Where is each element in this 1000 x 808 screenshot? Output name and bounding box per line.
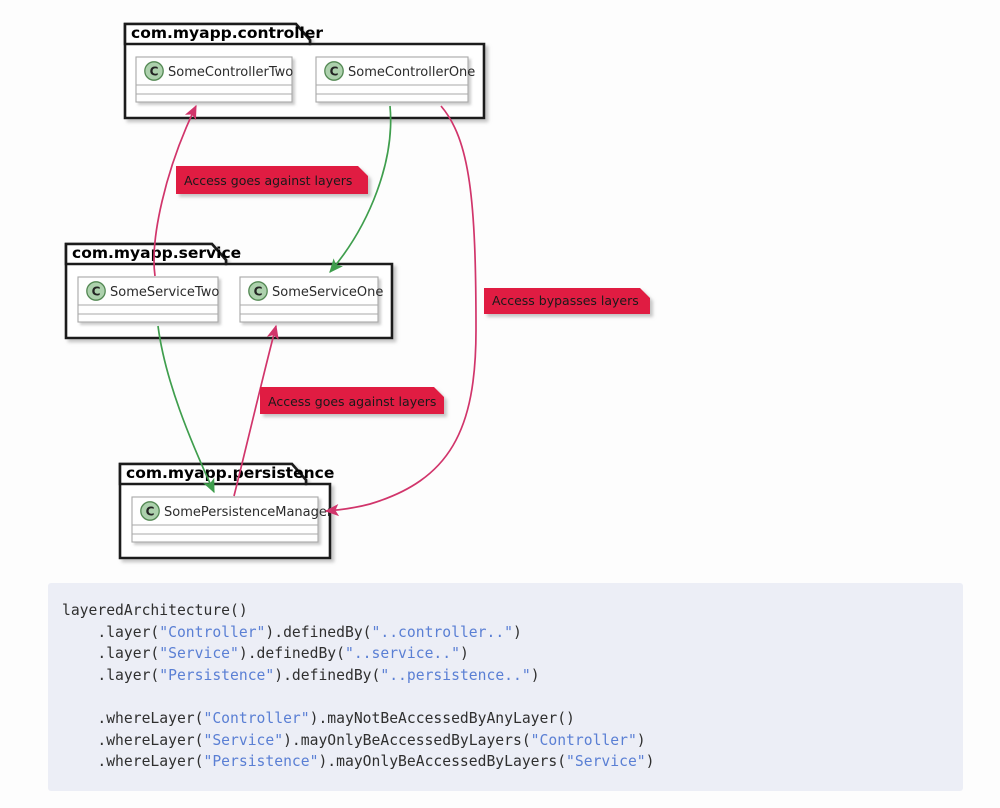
code-string-literal: "Controller": [530, 731, 637, 749]
package-label: com.myapp.service: [72, 244, 241, 262]
class-stereotype-letter: C: [92, 285, 101, 299]
code-string-literal: "Controller": [203, 709, 310, 727]
package-com-myapp-controller[interactable]: com.myapp.controller C SomeControllerTwo…: [123, 22, 486, 120]
note-label: Access goes against layers: [184, 173, 352, 188]
note-access-bypasses-layers[interactable]: Access bypasses layers: [484, 288, 650, 314]
code-text: .layer(: [62, 623, 160, 641]
code-string-literal: "Service": [566, 753, 646, 771]
class-label: SomeControllerTwo: [168, 65, 293, 80]
code-string-literal: "Service": [203, 731, 284, 749]
class-stereotype-letter: C: [150, 65, 159, 79]
note-access-goes-against-layers-1[interactable]: Access goes against layers: [176, 166, 368, 194]
code-text: ): [645, 753, 655, 771]
code-string-literal: "Controller": [159, 623, 266, 641]
class-label: SomePersistenceManager: [164, 505, 333, 520]
class-label: SomeControllerOne: [348, 65, 475, 80]
package-com-myapp-service[interactable]: com.myapp.service C SomeServiceTwo C Som…: [64, 242, 394, 340]
uml-diagram: com.myapp.controller C SomeControllerTwo…: [64, 22, 650, 560]
code-text: ): [636, 731, 646, 749]
code-string-literal: "..persistence..": [380, 666, 531, 684]
package-label: com.myapp.persistence: [126, 464, 334, 482]
package-label: com.myapp.controller: [131, 24, 323, 42]
code-text: ).definedBy(: [238, 645, 345, 663]
class-node-some-controller-one[interactable]: C SomeControllerOne: [315, 56, 475, 103]
class-node-some-persistence-manager[interactable]: C SomePersistenceManager: [131, 496, 333, 543]
code-text: ).mayNotBeAccessedByAnyLayer(): [309, 709, 575, 727]
code-text: .whereLayer(: [62, 731, 204, 749]
class-node-some-service-two[interactable]: C SomeServiceTwo: [77, 276, 219, 323]
code-text: ).mayOnlyBeAccessedByLayers(: [283, 731, 531, 749]
code-text: .layer(: [62, 645, 160, 663]
class-label: SomeServiceOne: [272, 285, 383, 300]
class-node-some-controller-two[interactable]: C SomeControllerTwo: [135, 56, 293, 103]
class-label: SomeServiceTwo: [110, 285, 219, 300]
code-content: layeredArchitecture() .layer("Controller…: [62, 600, 963, 773]
code-string-literal: "..controller..": [371, 623, 514, 641]
code-string-literal: "..service..": [345, 645, 460, 663]
note-access-goes-against-layers-2[interactable]: Access goes against layers: [260, 387, 444, 414]
code-text: ).mayOnlyBeAccessedByLayers(: [318, 753, 567, 771]
class-stereotype-letter: C: [330, 65, 339, 79]
note-label: Access bypasses layers: [492, 293, 639, 308]
code-string-literal: "Service": [159, 645, 239, 663]
class-node-some-service-one[interactable]: C SomeServiceOne: [239, 276, 383, 323]
code-text: ): [530, 666, 540, 684]
diagram-canvas: com.myapp.controller C SomeControllerTwo…: [0, 0, 1000, 808]
code-text: .whereLayer(: [62, 753, 204, 771]
class-stereotype-letter: C: [146, 505, 155, 519]
code-string-literal: "Persistence": [159, 666, 275, 684]
code-text: ): [513, 623, 522, 641]
code-text: ).definedBy(: [265, 623, 372, 641]
package-com-myapp-persistence[interactable]: com.myapp.persistence C SomePersistenceM…: [118, 462, 334, 560]
code-text: ): [459, 645, 469, 663]
code-text: ).definedBy(: [274, 666, 381, 684]
code-string-literal: "Persistence": [203, 753, 319, 771]
note-label: Access goes against layers: [268, 394, 436, 409]
code-block: layeredArchitecture() .layer("Controller…: [48, 583, 963, 791]
code-text: layeredArchitecture(): [62, 602, 248, 619]
class-stereotype-letter: C: [254, 285, 263, 299]
code-text: .layer(: [62, 666, 160, 684]
code-text: .whereLayer(: [62, 709, 204, 727]
